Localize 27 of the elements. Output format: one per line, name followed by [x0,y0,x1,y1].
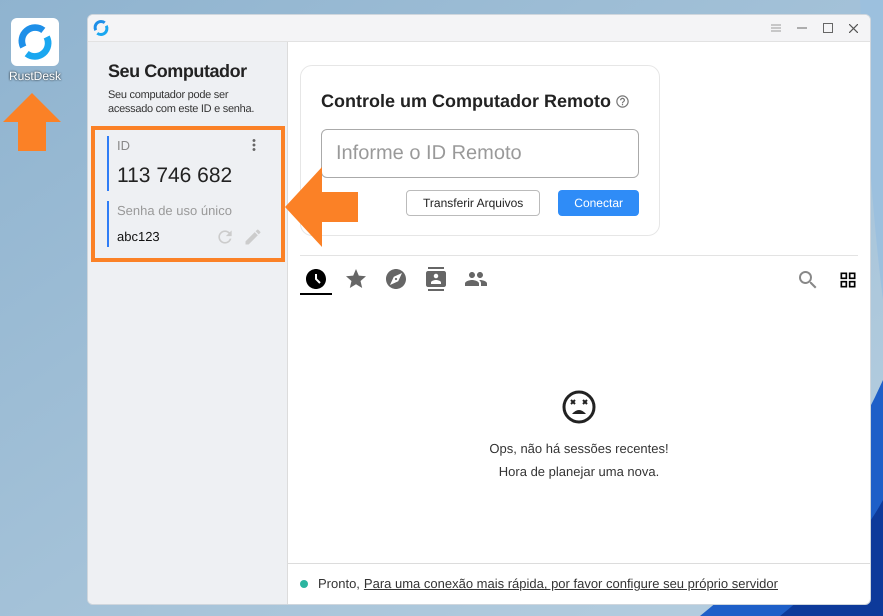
addressbook-icon [424,267,448,291]
sad-face-icon [561,389,597,425]
password-value: abc123 [117,228,160,246]
up-arrow-drawing [3,93,61,151]
transfer-files-button[interactable]: Transferir Arquivos [406,190,540,216]
empty-message: Ops, não há sessões recentes! [489,440,669,458]
minimize-icon[interactable] [797,27,807,29]
id-value: 113 746 682 [117,162,232,188]
remote-id-field[interactable]: Informe o ID Remoto [321,129,639,178]
empty-message: Hora de planejar uma nova. [498,462,660,481]
status-text: Pronto, [318,575,360,594]
id-label: ID [117,137,131,155]
close-icon[interactable] [849,24,858,32]
password-label: Senha de uso único [117,202,233,220]
app-logo-icon [92,19,110,37]
menu-icon[interactable] [771,24,781,32]
discovered-icon [384,267,408,291]
recent-icon [304,267,328,291]
configure-server-link[interactable]: Para uma conexão mais rápida, por favor configure seu próprio servidor [364,574,778,594]
help-icon[interactable] [615,94,630,109]
shortcut-label: RustDesk [9,68,62,85]
sidebar-title: Seu Computador [108,60,248,82]
app-shortcut-icon[interactable] [11,18,59,66]
remote-title: Controle um Computador Remoto [321,90,611,113]
maximize-icon[interactable] [823,23,833,33]
grid-view-icon[interactable] [838,270,858,290]
sidebar-description: Seu computador pode ser acessado com este ID e senha. [108,88,256,116]
